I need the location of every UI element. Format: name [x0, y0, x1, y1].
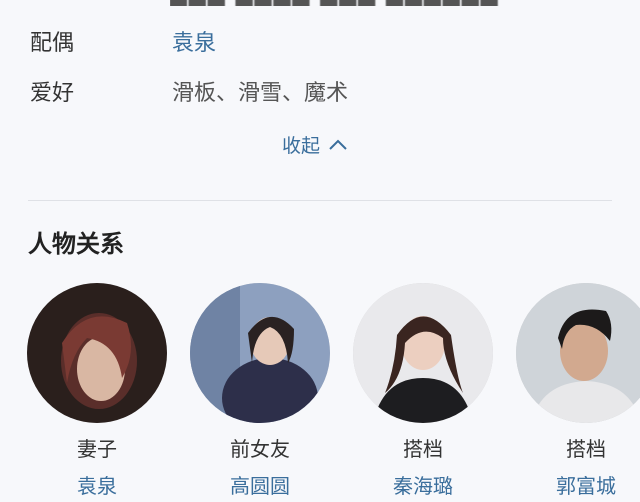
hobby-label: 爱好 [30, 81, 75, 106]
relation-role: 搭档 [403, 437, 443, 461]
hobby-value: 滑板、滑雪、魔术 [172, 81, 349, 106]
relation-card[interactable]: 前女友 高圆圆 [190, 283, 330, 499]
relation-role: 搭档 [566, 437, 606, 461]
section-title: 人物关系 [28, 230, 124, 258]
collapse-label: 收起 [282, 135, 321, 157]
relation-name[interactable]: 高圆圆 [190, 470, 330, 499]
relation-name[interactable]: 郭富城 [516, 470, 640, 499]
avatar[interactable] [190, 283, 330, 423]
relation-card[interactable]: 搭档 秦海璐 [353, 283, 493, 499]
chevron-up-icon [329, 139, 347, 150]
avatar[interactable] [353, 283, 493, 423]
truncated-text-line: ▆▇▆ ▆▇▆▆ ▇▆▇ ▆▆▇▆▇▆ [170, 0, 590, 6]
spouse-label: 配偶 [30, 31, 75, 56]
hobby-row: 爱好 滑板、滑雪、魔术 [30, 74, 348, 108]
relation-card[interactable]: 妻子 袁泉 [27, 283, 167, 499]
collapse-button[interactable]: 收起 [282, 131, 348, 158]
avatar[interactable] [516, 283, 640, 423]
relation-role: 妻子 [77, 437, 117, 461]
relation-name[interactable]: 秦海璐 [353, 470, 493, 499]
relation-name[interactable]: 袁泉 [27, 470, 167, 499]
divider [28, 200, 612, 201]
relation-role: 前女友 [230, 437, 290, 461]
spouse-link[interactable]: 袁泉 [172, 25, 216, 57]
relation-card[interactable]: 搭档 郭富城 [516, 283, 640, 499]
avatar[interactable] [27, 283, 167, 423]
spouse-row: 配偶 袁泉 [30, 24, 216, 58]
